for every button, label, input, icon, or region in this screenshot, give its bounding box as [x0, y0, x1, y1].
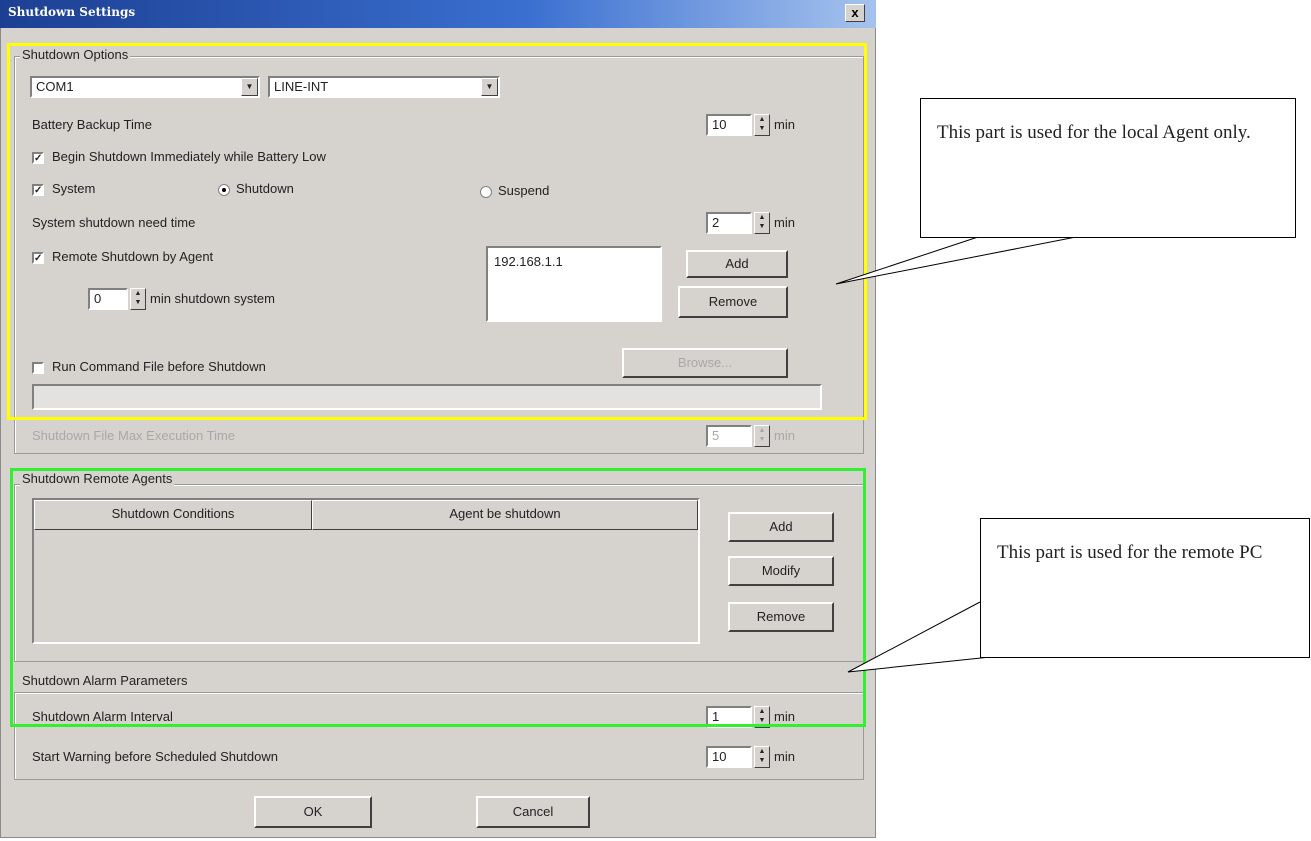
remote-pc-callout: This part is used for the remote PC — [980, 518, 1310, 658]
local-agent-callout: This part is used for the local Agent on… — [920, 98, 1296, 238]
remote-callout-pointer — [847, 601, 1001, 673]
local-callout-pointer — [835, 236, 1077, 285]
